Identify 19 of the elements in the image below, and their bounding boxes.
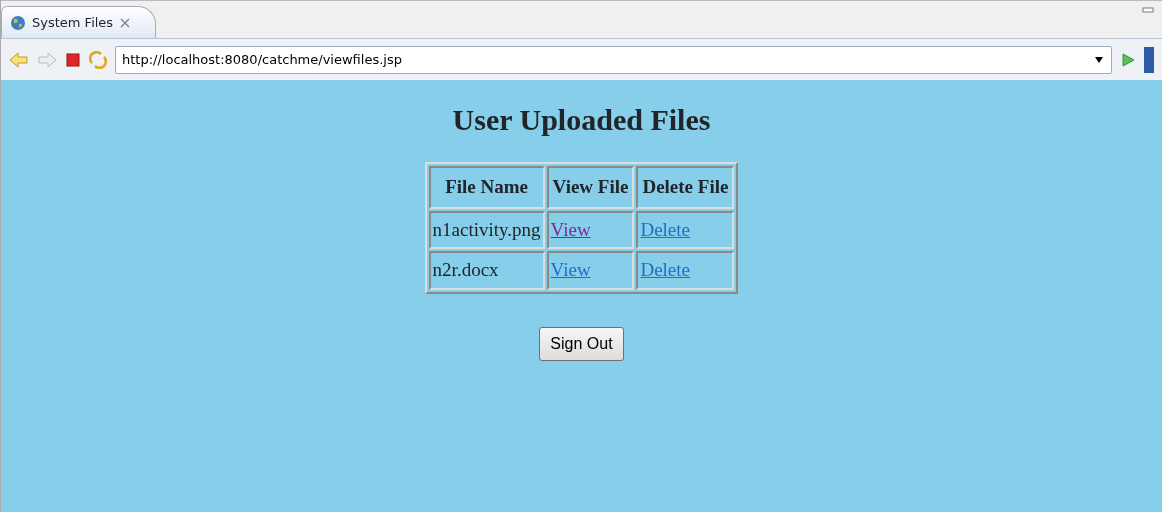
column-header: View File [546, 166, 635, 209]
column-header: File Name [428, 166, 545, 209]
page-heading: User Uploaded Files [452, 102, 711, 138]
column-header: Delete File [636, 166, 735, 209]
file-name-cell: n2r.docx [428, 251, 545, 290]
toolbar-icon[interactable] [1144, 46, 1154, 73]
close-icon[interactable] [119, 16, 132, 29]
minimize-icon[interactable] [1142, 6, 1154, 14]
file-name-cell: n1activity.png [428, 210, 545, 249]
sign-out-button[interactable]: Sign Out [539, 326, 624, 361]
tab-title: System Files [32, 13, 114, 32]
dropdown-icon[interactable] [1094, 55, 1104, 64]
refresh-icon[interactable] [89, 50, 107, 69]
browser-tab[interactable]: System Files [1, 6, 157, 38]
back-arrow-icon[interactable] [9, 51, 29, 68]
go-icon[interactable] [1120, 51, 1136, 68]
stop-icon[interactable] [65, 51, 81, 68]
globe-icon [10, 14, 26, 31]
address-field[interactable]: http://localhost:8080/catchme/viewfiles.jsp [115, 45, 1112, 74]
